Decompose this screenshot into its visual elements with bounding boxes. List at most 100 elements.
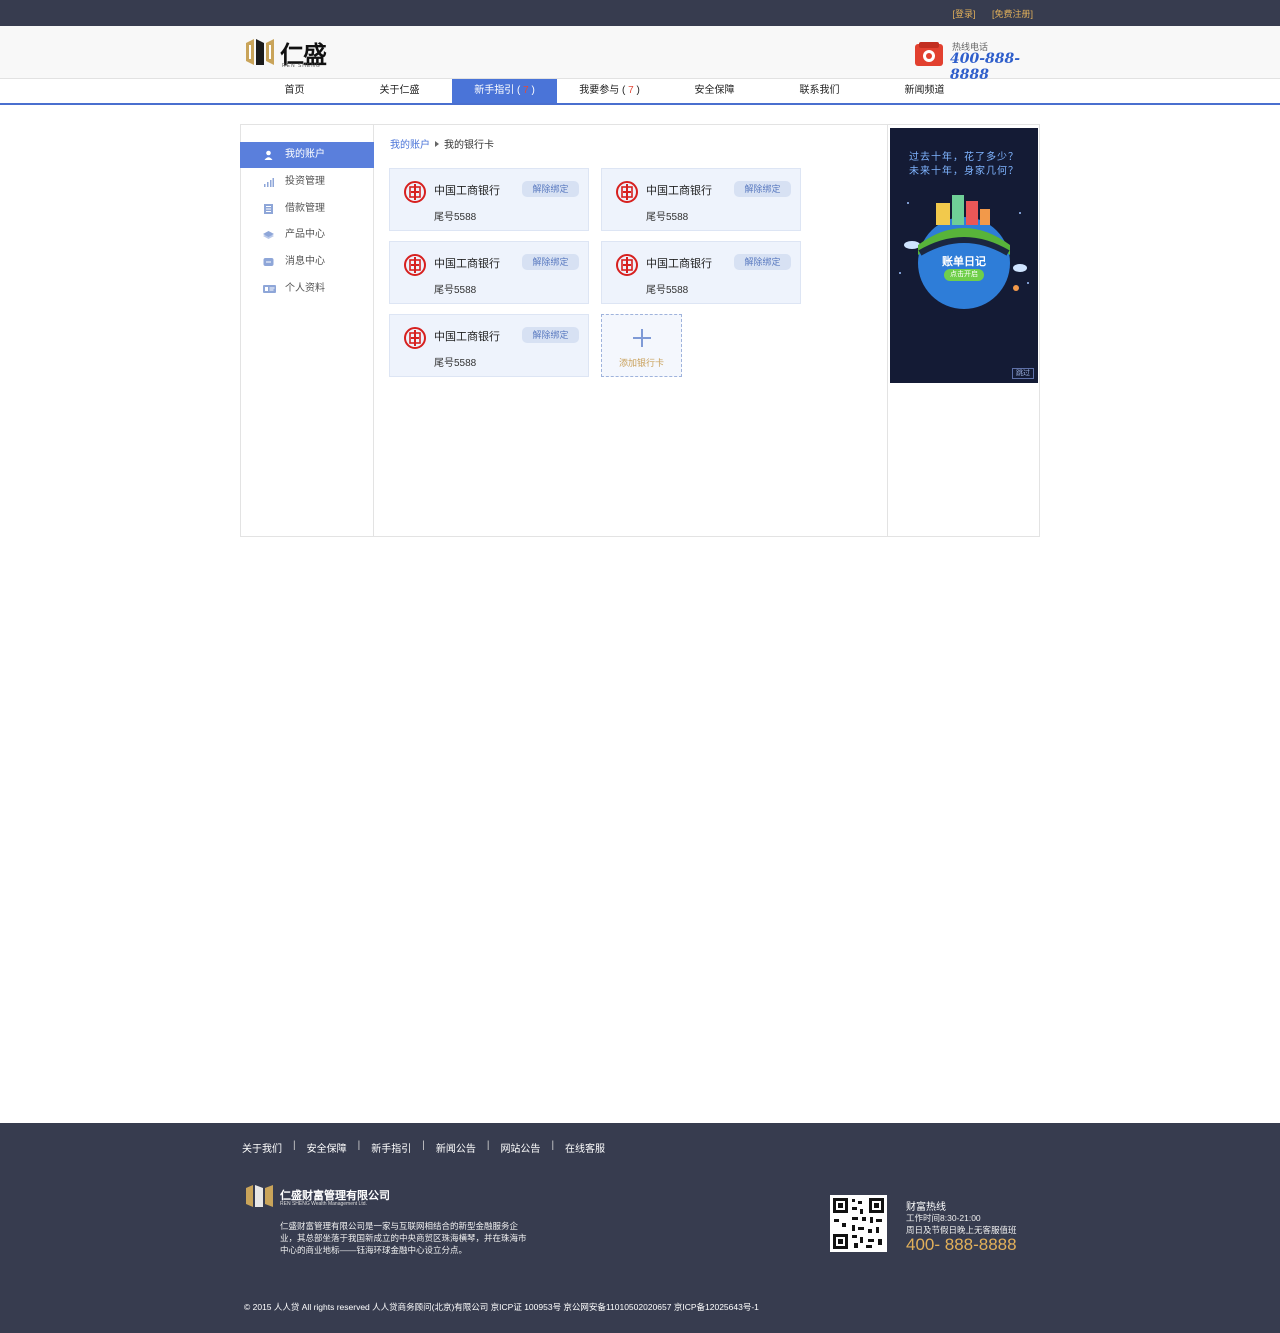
promo-line-1: 过去十年，花了多少？ <box>909 152 1019 163</box>
nav-item-about[interactable]: 关于仁盛 <box>347 79 452 103</box>
working-hours: 工作时间8:30-21:00 <box>906 1213 981 1223</box>
bank-cards-content: 我的账户 我的银行卡 中国工商银行 解除绑定 尾号5588 中国工商银行 解除绑定… <box>374 125 887 536</box>
login-link[interactable]: [登录] <box>952 9 975 19</box>
sidebar-item-label: 消息中心 <box>285 256 325 267</box>
footer-divider: | <box>422 1140 425 1151</box>
bank-card: 中国工商银行 解除绑定 尾号5588 <box>389 168 589 231</box>
wealth-hotline-title: 财富热线 <box>906 1202 946 1213</box>
icbc-logo-icon <box>404 181 426 203</box>
sidebar-item-label: 个人资料 <box>285 283 325 294</box>
bank-name: 中国工商银行 <box>434 331 500 343</box>
footer-divider: | <box>357 1140 361 1151</box>
site-footer: 关于我们 | 安全保障 | 新手指引 | 新闻公告 | 网站公告 | 在线客服 仁盛财富管… <box>0 1123 1280 1333</box>
footer-divider: | <box>293 1140 296 1151</box>
site-logo[interactable]: 仁盛 REN SHENG <box>244 35 334 71</box>
nav-label: 安全保障 <box>694 85 735 96</box>
nav-count-badge: 7 <box>523 85 529 96</box>
nav-item-security[interactable]: 安全保障 <box>662 79 767 103</box>
bank-card: 中国工商银行 解除绑定 尾号5588 <box>389 314 589 377</box>
bank-name: 中国工商银行 <box>646 258 712 270</box>
copyright: © 2015 人人贷 All rights reserved 人人贷商务顾问(北… <box>244 1302 759 1312</box>
account-panel: 我的账户 投资管理 借款管理 产品中心 消息中心 个人资料 我的账户 我的银行卡 <box>240 124 1040 537</box>
footer-divider: | <box>551 1140 555 1151</box>
bank-card: 中国工商银行 解除绑定 尾号5588 <box>601 241 801 304</box>
register-link[interactable]: [免费注册] <box>992 9 1033 19</box>
nav-label: 我要参与 <box>579 85 620 96</box>
promo-title: 账单日记 <box>942 256 986 268</box>
icbc-logo-icon <box>404 254 426 276</box>
nav-item-guide[interactable]: 新手指引 ( 7 ) <box>452 79 557 103</box>
logo-mark-icon <box>246 1185 273 1207</box>
id-card-icon <box>263 285 276 293</box>
footer-divider: | <box>486 1140 490 1151</box>
unbind-button[interactable]: 解除绑定 <box>734 181 791 197</box>
sidebar-item-investment[interactable]: 投资管理 <box>240 169 374 195</box>
bank-card: 中国工商银行 解除绑定 尾号5588 <box>601 168 801 231</box>
icbc-logo-icon <box>616 254 638 276</box>
skip-button[interactable]: 跳过 <box>1012 368 1034 379</box>
footer-logo: 仁盛财富管理有限公司 REN SHENG Wealth Management L… <box>244 1183 390 1209</box>
breadcrumb: 我的账户 我的银行卡 <box>390 136 494 151</box>
sidebar-item-products[interactable]: 产品中心 <box>240 222 374 248</box>
sidebar-item-label: 借款管理 <box>285 203 325 214</box>
bank-name: 中国工商银行 <box>646 185 712 197</box>
site-header: 仁盛 REN SHENG 热线电话 400-888-8888 <box>0 26 1280 83</box>
nav-item-contact[interactable]: 联系我们 <box>767 79 872 103</box>
sidebar-item-messages[interactable]: 消息中心 <box>240 249 374 275</box>
card-tail-number: 尾号5588 <box>434 212 477 223</box>
unbind-button[interactable]: 解除绑定 <box>522 181 579 197</box>
plus-icon <box>633 329 651 347</box>
footer-links: 关于我们 | 安全保障 | 新手指引 | 新闻公告 | 网站公告 | 在线客服 <box>242 1140 605 1155</box>
bank-name: 中国工商银行 <box>434 185 500 197</box>
top-bar: [登录] [免费注册] <box>0 0 1280 26</box>
nav-count-badge: 7 <box>628 85 634 96</box>
nav-item-home[interactable]: 首页 <box>242 79 347 103</box>
main-nav: 首页 关于仁盛 新手指引 ( 7 ) 我要参与 ( 7 ) 安全保障 联系我们 … <box>0 79 1280 105</box>
footer-hotline-number: 400- 888-8888 <box>906 1235 1017 1254</box>
sidebar-item-my-account[interactable]: 我的账户 <box>240 142 374 168</box>
unbind-button[interactable]: 解除绑定 <box>522 254 579 270</box>
nav-item-participate[interactable]: 我要参与 ( 7 ) <box>557 79 662 103</box>
bank-card: 中国工商银行 解除绑定 尾号5588 <box>389 241 589 304</box>
unbind-button[interactable]: 解除绑定 <box>522 327 579 343</box>
nav-label: 新闻频道 <box>904 85 945 96</box>
account-links: [登录] [免费注册] <box>938 7 1033 20</box>
account-sidebar: 我的账户 投资管理 借款管理 产品中心 消息中心 个人资料 <box>240 125 374 536</box>
phone-icon <box>915 42 943 66</box>
message-icon <box>263 258 274 266</box>
footer-link-news[interactable]: 新闻公告 <box>436 1140 476 1155</box>
footer-link-support[interactable]: 在线客服 <box>565 1140 605 1155</box>
promo-open-button[interactable]: 点击开启 <box>944 269 984 281</box>
ledger-icon <box>264 204 273 214</box>
footer-link-notices[interactable]: 网站公告 <box>500 1140 540 1155</box>
logo-subtext: REN SHENG <box>282 63 321 69</box>
add-bank-card-button[interactable]: 添加银行卡 <box>601 314 682 377</box>
header-hotline: 热线电话 400-888-8888 <box>914 39 1044 83</box>
icbc-logo-icon <box>616 181 638 203</box>
promo-banner[interactable]: 过去十年，花了多少？ 未来十年，身家几何？ 账单日记 点击开启 跳过 <box>890 128 1038 383</box>
nav-label: 首页 <box>284 85 305 96</box>
bar-chart-icon <box>264 178 274 187</box>
sidebar-item-profile[interactable]: 个人资料 <box>240 276 374 302</box>
add-bank-card-label: 添加银行卡 <box>618 358 664 368</box>
footer-link-security[interactable]: 安全保障 <box>307 1140 347 1155</box>
company-description: 仁盛财富管理有限公司是一家与互联网相结合的新型金融服务企业，其总部坐落于我国新成… <box>280 1221 527 1255</box>
sidebar-item-loans[interactable]: 借款管理 <box>240 196 374 222</box>
nav-item-news[interactable]: 新闻频道 <box>872 79 977 103</box>
footer-company-sub: REN SHENG Wealth Management Ltd. <box>280 1201 367 1207</box>
globe-illustration-icon <box>899 195 1029 309</box>
card-tail-number: 尾号5588 <box>434 358 477 369</box>
layers-icon <box>263 231 274 239</box>
breadcrumb-my-account[interactable]: 我的账户 <box>390 140 430 151</box>
footer-link-about[interactable]: 关于我们 <box>242 1140 282 1155</box>
sidebar-item-label: 我的账户 <box>285 149 325 160</box>
user-icon <box>264 150 273 160</box>
sidebar-item-label: 产品中心 <box>285 229 325 240</box>
unbind-button[interactable]: 解除绑定 <box>734 254 791 270</box>
sidebar-item-label: 投资管理 <box>285 176 325 187</box>
qr-code-icon <box>830 1195 887 1252</box>
card-tail-number: 尾号5588 <box>434 285 477 296</box>
nav-label: 关于仁盛 <box>379 85 420 96</box>
footer-link-guide[interactable]: 新手指引 <box>371 1140 411 1155</box>
card-tail-number: 尾号5588 <box>646 212 689 223</box>
